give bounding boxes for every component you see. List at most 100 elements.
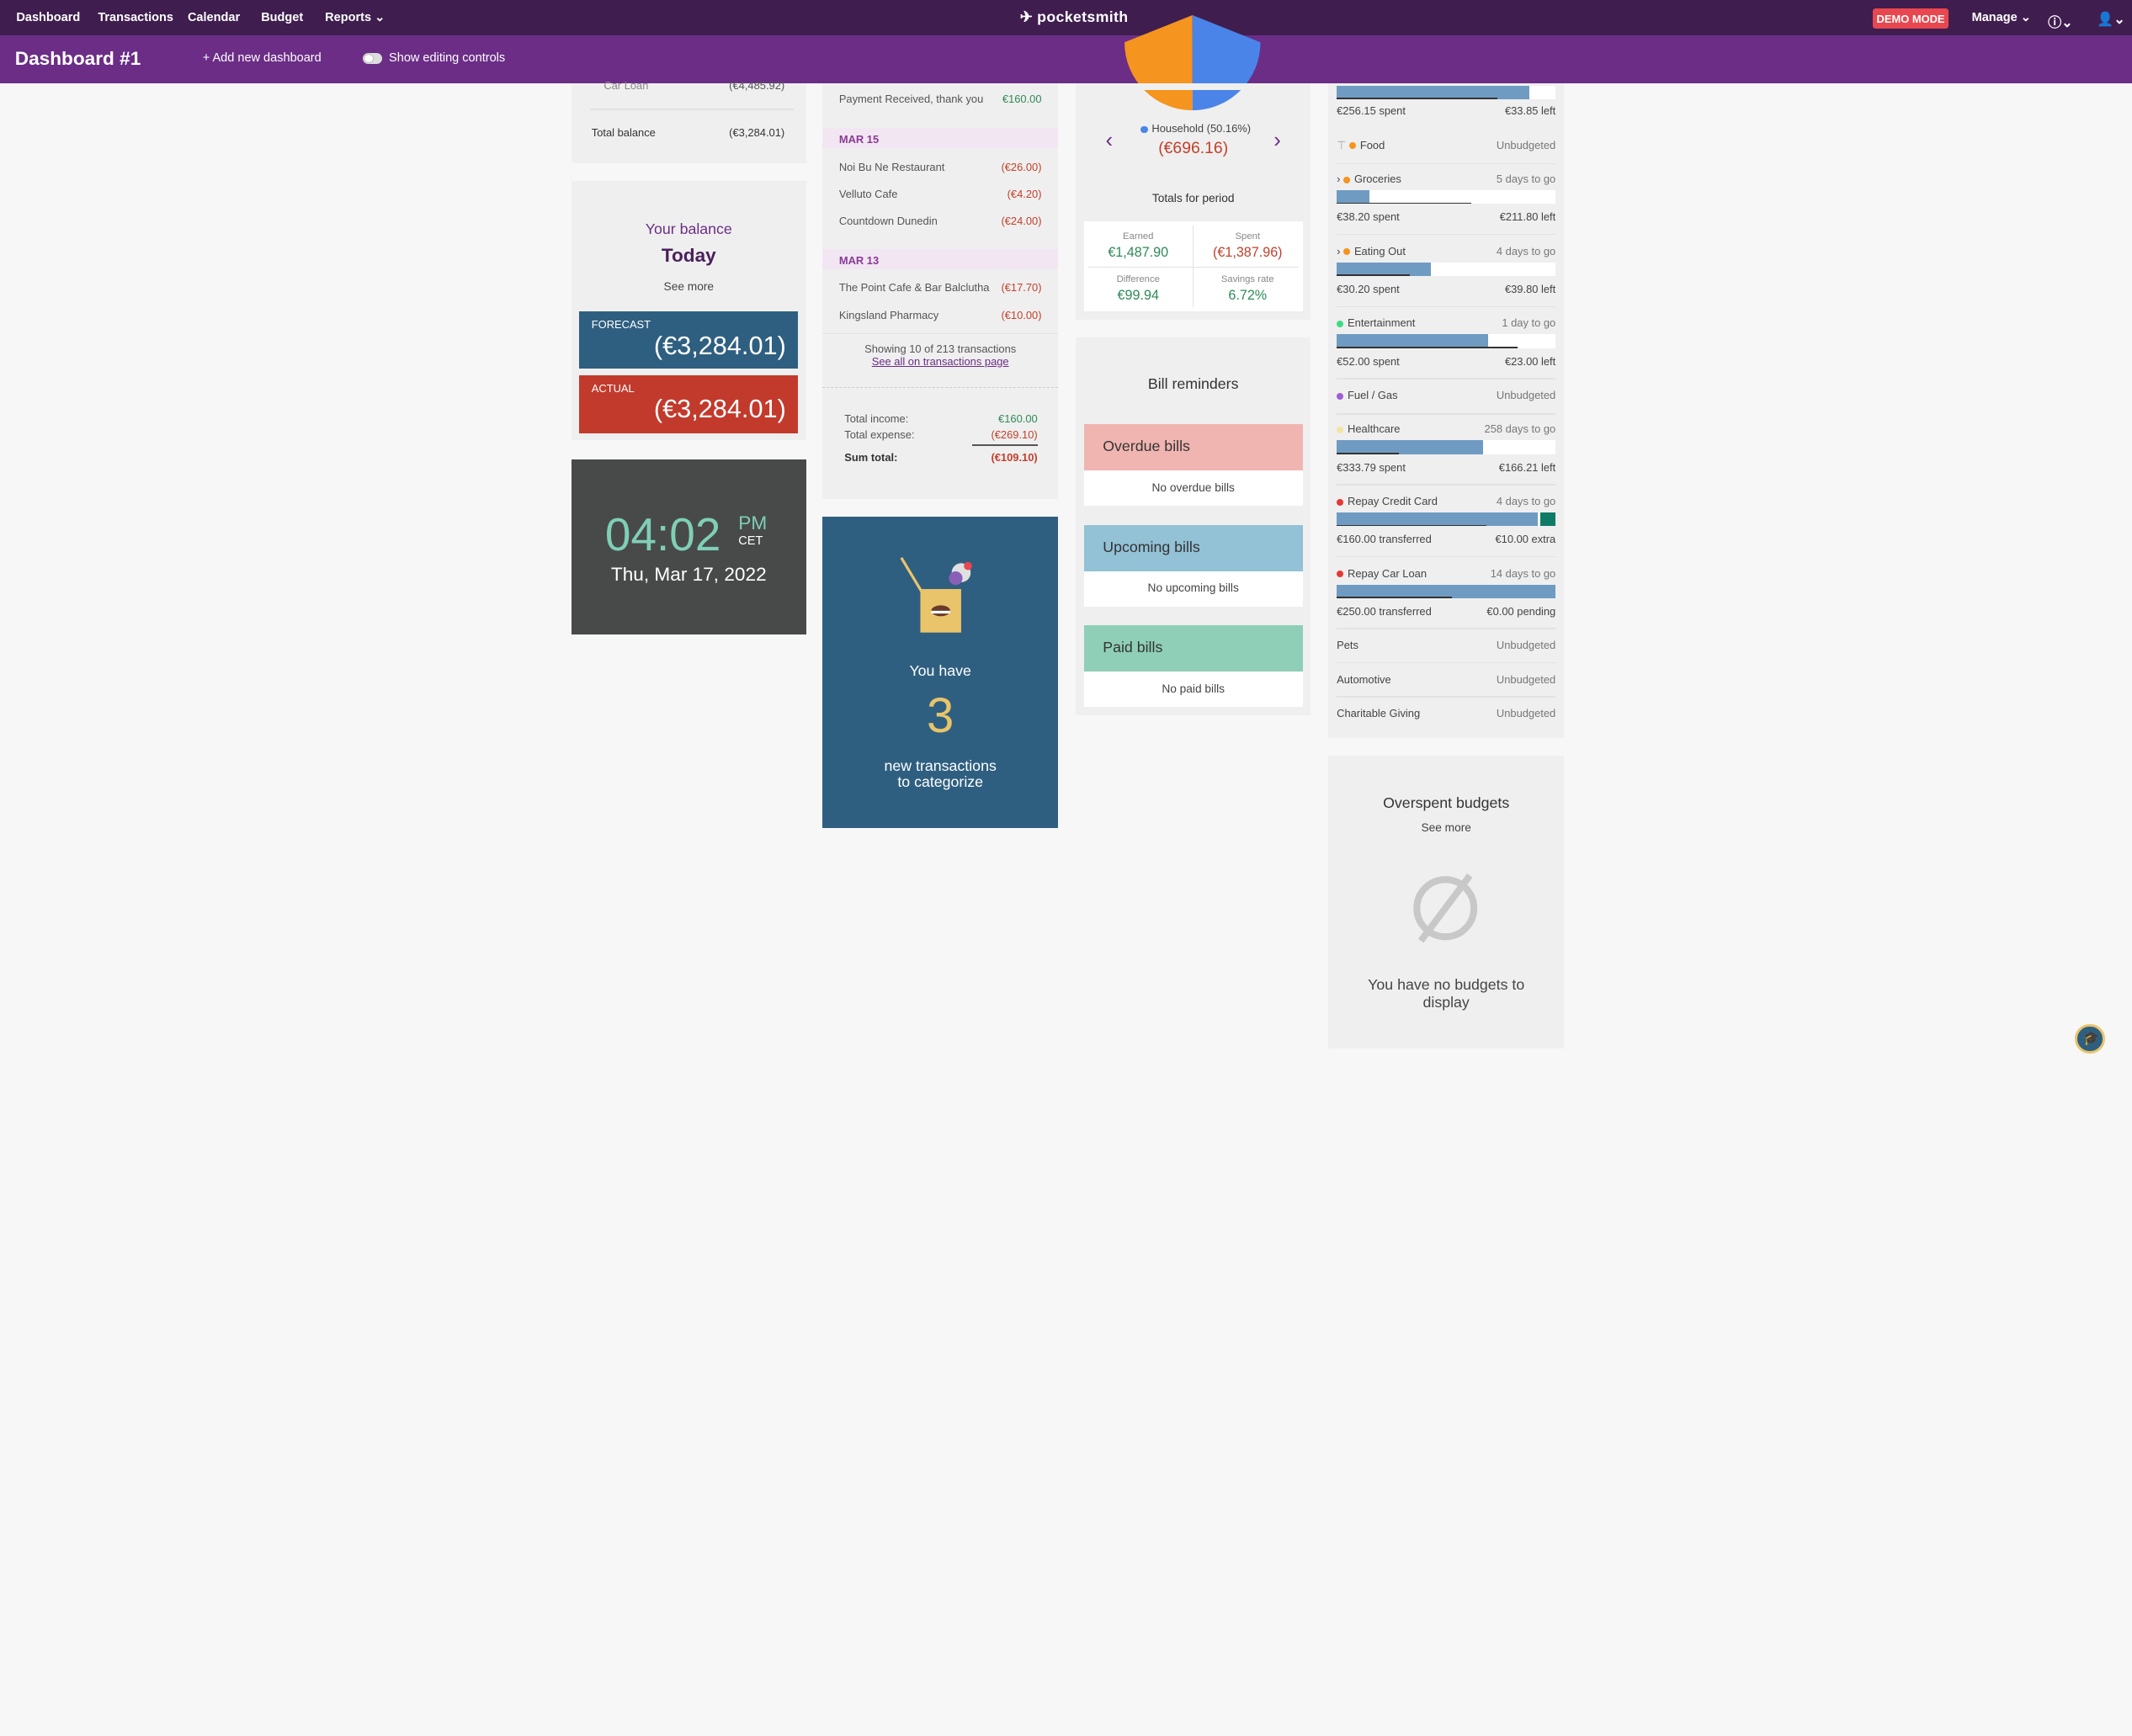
nav-calendar[interactable]: Calendar: [188, 11, 240, 24]
budget-row-entertainment[interactable]: Entertainment 1 day to go: [1337, 316, 1555, 329]
category-dot: [1343, 248, 1351, 256]
nav-transactions[interactable]: Transactions: [98, 11, 173, 24]
budget-row-fuel[interactable]: Fuel / Gas Unbudgeted: [1337, 389, 1555, 401]
account-name[interactable]: Car Loan: [603, 79, 648, 92]
budget-row-repay-car-loan[interactable]: Repay Car Loan 14 days to go: [1337, 567, 1555, 580]
date-header: MAR 13: [822, 248, 1058, 269]
account-balance: (€4,485.92): [729, 78, 785, 92]
manage-menu[interactable]: Manage ⌄: [1972, 11, 2031, 24]
divider: [1337, 162, 1556, 165]
transaction-row[interactable]: Velluto Cafe (€4.20): [839, 188, 1042, 200]
spent-label: Spent: [1235, 231, 1261, 242]
upcoming-bills-header[interactable]: Upcoming bills: [1083, 524, 1303, 571]
category-dot: [1337, 571, 1344, 578]
chevron-right-icon[interactable]: ›: [1337, 173, 1340, 185]
difference-label: Difference: [1116, 274, 1160, 285]
help-icon[interactable]: ⓘ⌄: [2048, 11, 2073, 31]
pie-legend-household: Household (50.16%): [1140, 122, 1251, 135]
budget-amounts: €52.00 spent €23.00 left: [1337, 355, 1555, 368]
budget-spent: €333.79 spent: [1337, 460, 1406, 474]
transaction-row[interactable]: Countdown Dunedin (€24.00): [839, 215, 1042, 227]
paid-bills-header[interactable]: Paid bills: [1083, 625, 1303, 672]
bill-reminders-title: Bill reminders: [1147, 374, 1239, 392]
manage-label: Manage: [1971, 10, 2018, 24]
floating-help-button[interactable]: 🎓: [2075, 1023, 2105, 1054]
budget-left: €10.00 extra: [1495, 533, 1556, 546]
savings-rate-value: 6.72%: [1228, 288, 1268, 304]
actual-box: ACTUAL (€3,284.01): [579, 374, 799, 434]
budget-status: 4 days to go: [1496, 495, 1556, 508]
plus-icon: +: [202, 51, 210, 66]
transaction-row[interactable]: Payment Received, thank you €160.00: [839, 93, 1042, 105]
filter-icon: ⊤: [1337, 138, 1347, 151]
divider: [1337, 413, 1556, 415]
chevron-right-icon[interactable]: ›: [1337, 245, 1340, 257]
transaction-name: Payment Received, thank you: [838, 92, 984, 105]
overspent-see-more-link[interactable]: See more: [1328, 821, 1563, 834]
budget-status: 14 days to go: [1490, 566, 1556, 580]
demo-mode-badge: DEMO MODE: [1872, 8, 1949, 29]
user-icon[interactable]: 👤⌄: [2097, 11, 2125, 28]
divider: [1337, 696, 1556, 698]
budget-progress-bar: [1337, 334, 1556, 348]
budget-row-repay-credit-card[interactable]: Repay Credit Card 4 days to go: [1337, 495, 1555, 507]
budget-left: €166.21 left: [1498, 460, 1556, 474]
budget-row-groceries[interactable]: › Groceries 5 days to go: [1337, 173, 1555, 185]
divider: [1337, 555, 1556, 558]
budget-row-healthcare[interactable]: Healthcare 258 days to go: [1337, 422, 1555, 435]
transaction-row[interactable]: Noi Bu Ne Restaurant (€26.00): [839, 161, 1042, 173]
logo-icon: ✈: [1019, 8, 1033, 25]
transaction-row[interactable]: The Point Cafe & Bar Balclutha (€17.70): [839, 281, 1042, 294]
budget-progress-bar: [1337, 190, 1556, 204]
see-all-transactions-link[interactable]: See all on transactions page: [822, 355, 1057, 368]
transaction-amount: (€17.70): [1001, 281, 1042, 295]
budget-row-eating-out[interactable]: › Eating Out 4 days to go: [1337, 245, 1555, 257]
pocketsmith-logo[interactable]: ✈ pocketsmith: [1020, 8, 1129, 26]
budget-name: Repay Car Loan: [1348, 566, 1428, 580]
clock-timezone: CET: [738, 534, 763, 548]
budget-amounts: €38.20 spent €211.80 left: [1337, 210, 1555, 223]
difference-value: €99.94: [1117, 288, 1159, 304]
editing-controls-label: Show editing controls: [389, 51, 506, 66]
budget-name: Charitable Giving: [1337, 707, 1421, 720]
totals-title: Totals for period: [1151, 191, 1235, 204]
budget-spent: €160.00 transferred: [1337, 533, 1432, 546]
overdue-bills-header[interactable]: Overdue bills: [1083, 424, 1303, 470]
budget-status: Unbudgeted: [1496, 639, 1556, 652]
balance-see-more-link[interactable]: See more: [572, 280, 806, 293]
budget-left: €0.00 pending: [1486, 604, 1556, 618]
budget-spent: €38.20 spent: [1337, 210, 1400, 224]
budget-row-automotive[interactable]: Automotive Unbudgeted: [1337, 673, 1555, 686]
budget-row-food[interactable]: ⊤ Food Unbudgeted: [1337, 139, 1555, 152]
budget-row-pets[interactable]: Pets Unbudgeted: [1337, 639, 1555, 651]
nav-budget[interactable]: Budget: [261, 11, 303, 24]
budget-name: Repay Credit Card: [1348, 495, 1438, 508]
budget-amounts: €250.00 transferred €0.00 pending: [1337, 605, 1555, 618]
transaction-name: Kingsland Pharmacy: [838, 308, 939, 321]
clock-widget: 04:02 PM CET Thu, Mar 17, 2022: [571, 459, 807, 635]
budget-amounts: €256.15 spent €33.85 left: [1337, 104, 1555, 117]
divider: [822, 332, 1058, 335]
transaction-row[interactable]: Kingsland Pharmacy (€10.00): [839, 309, 1042, 321]
divider: [590, 109, 795, 110]
nav-reports[interactable]: Reports ⌄: [325, 11, 385, 24]
date-header: MAR 15: [822, 127, 1058, 149]
overspent-budgets-widget: Overspent budgets See more You have no b…: [1328, 756, 1564, 1049]
transaction-name: Velluto Cafe: [838, 187, 898, 200]
box-icon: [900, 556, 973, 633]
total-balance-label: Total balance: [591, 126, 656, 140]
budget-row-charitable-giving[interactable]: Charitable Giving Unbudgeted: [1337, 707, 1555, 719]
nav-reports-label: Reports: [325, 10, 372, 24]
add-dashboard-button[interactable]: + Add new dashboard: [203, 51, 322, 65]
divider: [822, 387, 1058, 389]
uncategorized-widget[interactable]: You have 3 new transactions to categoriz…: [822, 516, 1058, 828]
budget-status: Unbudgeted: [1496, 138, 1556, 151]
divider: [1337, 378, 1556, 380]
nav-dashboard[interactable]: Dashboard: [16, 11, 80, 24]
graduation-cap-icon: 🎓: [2082, 1031, 2100, 1047]
budget-amounts: €160.00 transferred €10.00 extra: [1337, 533, 1555, 545]
editing-controls-toggle[interactable]: [363, 53, 382, 64]
category-dot: [1337, 320, 1344, 328]
overspent-empty-line2: display: [1422, 993, 1470, 1011]
budget-status: Unbudgeted: [1496, 707, 1556, 720]
